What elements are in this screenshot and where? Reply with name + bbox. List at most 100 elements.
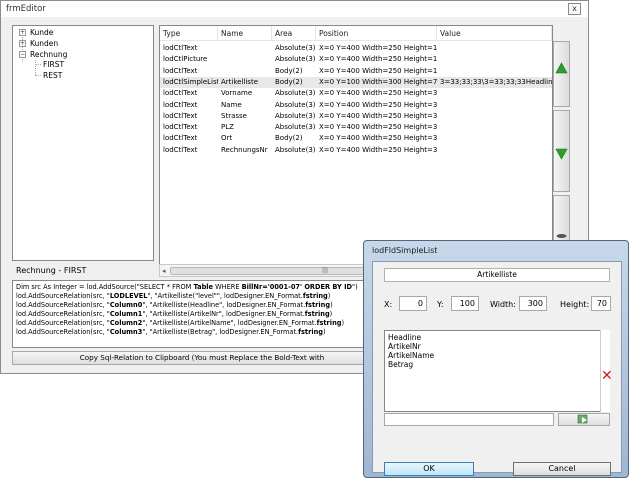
collapse-icon[interactable]: − <box>19 51 26 58</box>
sql-code-box[interactable]: Dim src As Integer = lod.AddSource("SELE… <box>12 280 392 348</box>
x-label: X: <box>384 300 393 309</box>
code-text: ", "Artikelliste(Betrag", lodDesigner.EN… <box>142 328 299 336</box>
cell-type: lodCtlText <box>163 145 198 154</box>
code-text: ) <box>341 319 345 327</box>
cell-area: Absolute(3) <box>275 123 316 132</box>
add-item-button[interactable] <box>558 413 610 426</box>
tree-node-kunde[interactable]: Kunde <box>30 28 53 38</box>
cell-position: X=0 Y=400 Width=250 Height=30 <box>319 134 437 143</box>
cancel-button[interactable]: Cancel <box>513 462 611 476</box>
report-tree[interactable]: + Kunde + Kunden − Rechnung FIRST REST <box>12 25 154 261</box>
cell-position: X=0 Y=400 Width=250 Height=30 <box>319 89 437 98</box>
new-item-input[interactable] <box>384 413 554 426</box>
code-text: WHERE <box>213 283 242 291</box>
dialog-title: lodFldSimpleList <box>372 246 438 255</box>
list-item[interactable]: ArtikelName <box>388 351 434 360</box>
code-placeholder: fstring <box>316 319 342 327</box>
list-item[interactable]: Headline <box>388 333 421 342</box>
code-text: ", "Artikelliste(ArtikelNr", lodDesigner… <box>142 310 305 318</box>
cell-value <box>437 122 552 133</box>
cell-position: X=0 Y=400 Width=250 Height=100 <box>319 55 437 64</box>
tree-node-rest[interactable]: REST <box>43 71 62 81</box>
code-placeholder: Column1 <box>109 310 143 318</box>
code-text: lod.AddSourceRelation(src, " <box>16 292 110 300</box>
table-row[interactable]: lodCtlPicture Absolute(3) X=0 Y=400 Width=… <box>160 54 552 65</box>
column-header-area[interactable]: Area <box>272 26 316 41</box>
code-text: lod.AddSourceRelation(src, " <box>16 319 110 327</box>
column-list[interactable]: Headline ArtikelNr ArtikelName Betrag <box>384 330 610 412</box>
width-label: Width: <box>490 300 516 309</box>
list-item[interactable]: ArtikelNr <box>388 342 421 351</box>
tree-connector <box>35 60 36 75</box>
column-header-type[interactable]: Type <box>160 26 218 41</box>
cell-type: lodCtlText <box>163 134 198 143</box>
tree-node-kunden[interactable]: Kunden <box>30 39 58 49</box>
table-row[interactable]: lodCtlText RechnungsNr Absolute(3) X=0 Y=40… <box>160 145 552 156</box>
code-placeholder: fstring <box>305 301 331 309</box>
x-input[interactable]: 0 <box>399 296 427 311</box>
expand-icon[interactable]: + <box>19 40 26 47</box>
cell-area: Absolute(3) <box>275 55 316 64</box>
cell-area: Absolute(3) <box>275 111 316 120</box>
code-text: ", "Artikelliste(ArtikelName", lodDesign… <box>142 319 317 327</box>
close-button[interactable]: x <box>568 3 581 15</box>
list-name-field[interactable]: Artikelliste <box>384 268 610 282</box>
title-bar: frmEditor x <box>1 1 588 17</box>
table-row[interactable]: lodCtlText PLZ Absolute(3) X=0 Y=400 Width=… <box>160 122 552 133</box>
cell-type: lodCtlSimpleList <box>163 77 218 86</box>
column-header-position[interactable]: Position <box>316 26 437 41</box>
height-label: Height: <box>560 300 590 309</box>
cell-position: X=0 Y=400 Width=250 Height=30 <box>319 123 437 132</box>
copy-sql-button[interactable]: Copy Sql-Relation to Clipboard (You must… <box>12 351 392 365</box>
scroll-left-icon[interactable]: ◂ <box>162 267 166 275</box>
width-input[interactable]: 300 <box>519 296 547 311</box>
arrow-up-icon <box>555 62 568 74</box>
code-text: ", "Artikelliste(Headline", lodDesigner.… <box>142 301 306 309</box>
cell-value <box>437 66 552 77</box>
extra-action-button[interactable] <box>553 195 570 241</box>
table-row[interactable]: lodCtlSimpleList Artikelliste Body(2) X=0 Y… <box>160 76 552 88</box>
y-input[interactable]: 100 <box>451 296 479 311</box>
expand-icon[interactable]: + <box>19 29 26 36</box>
add-item-icon <box>577 414 588 424</box>
table-row[interactable]: lodCtlText Ort Body(2) X=0 Y=400 Width=250 … <box>160 133 552 144</box>
cell-name <box>218 54 272 65</box>
code-text: lod.AddSourceRelation(src, " <box>16 301 110 309</box>
cell-value <box>437 133 552 144</box>
table-row[interactable]: lodCtlText Body(2) X=0 Y=400 Width=250 Hei… <box>160 66 552 77</box>
tree-node-first[interactable]: FIRST <box>43 60 64 70</box>
scroll-grip-icon: ||| <box>322 267 329 274</box>
code-text: Dim src As Integer = lod.AddSource("SELE… <box>16 283 194 291</box>
delete-item-icon[interactable]: ✕ <box>601 369 613 383</box>
cell-area: Absolute(3) <box>275 44 316 52</box>
table-row[interactable]: lodCtlText Absolute(3) X=0 Y=400 Width=250… <box>160 43 552 54</box>
ok-button[interactable]: OK <box>384 462 474 476</box>
move-down-button[interactable] <box>553 110 570 192</box>
cell-area: Body(2) <box>275 77 303 86</box>
list-item[interactable]: Betrag <box>388 360 413 369</box>
code-line: lod.AddSourceRelation(src, "Column0", "A… <box>16 301 388 310</box>
height-input[interactable]: 70 <box>591 296 611 311</box>
cell-area: Absolute(3) <box>275 100 316 109</box>
table-row[interactable]: lodCtlText Name Absolute(3) X=0 Y=400 Width… <box>160 100 552 111</box>
cell-type: lodCtlText <box>163 89 198 98</box>
cell-name: Ort <box>221 134 233 143</box>
column-header-value[interactable]: Value <box>437 26 552 41</box>
cell-position: X=0 Y=400 Width=250 Height=100 <box>319 44 437 52</box>
cell-type: lodCtlText <box>163 66 198 75</box>
move-up-button[interactable] <box>553 41 570 107</box>
arrow-down-icon <box>555 148 568 160</box>
code-placeholder: LODLEVEL <box>109 292 148 300</box>
cell-value <box>437 111 552 122</box>
code-placeholder: Column2 <box>109 319 143 327</box>
code-placeholder: Column0 <box>109 301 143 309</box>
tree-connector <box>35 64 41 65</box>
code-line: lod.AddSourceRelation(src, "LODLEVEL", "… <box>16 292 388 301</box>
table-row[interactable]: lodCtlText Vorname Absolute(3) X=0 Y=400 Wi… <box>160 88 552 99</box>
disk-icon <box>556 234 567 238</box>
column-header-name[interactable]: Name <box>218 26 272 41</box>
code-text: ", "Artikelliste("level"", lodDesigner.E… <box>147 292 303 300</box>
code-placeholder: Column3 <box>109 328 143 336</box>
tree-node-rechnung[interactable]: Rechnung <box>30 50 67 60</box>
table-row[interactable]: lodCtlText Strasse Absolute(3) X=0 Y=400 Wi… <box>160 111 552 122</box>
